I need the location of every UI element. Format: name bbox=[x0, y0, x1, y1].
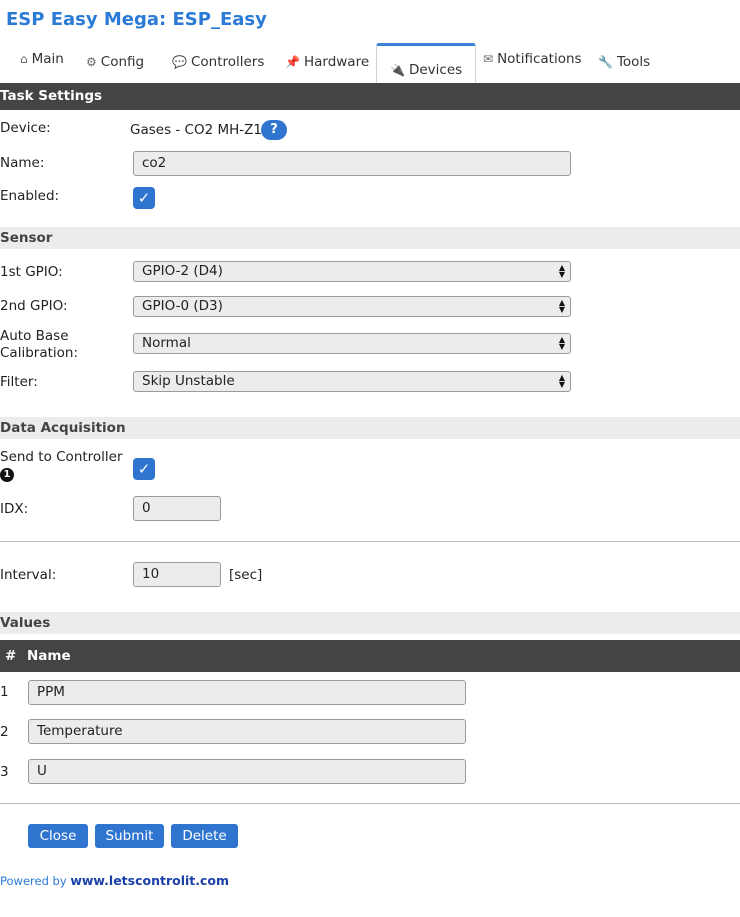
column-number-header: # bbox=[5, 648, 17, 664]
name-label: Name: bbox=[0, 155, 45, 171]
name-input[interactable]: co2 bbox=[133, 151, 571, 176]
tab-main[interactable]: ⌂ Main bbox=[20, 51, 64, 67]
select-arrows-icon: ▲ ▼ bbox=[558, 263, 565, 279]
checkmark-icon: ✓ bbox=[137, 189, 151, 207]
checkmark-icon: ✓ bbox=[137, 460, 151, 478]
gpio2-selected: GPIO-0 (D3) bbox=[142, 298, 223, 314]
tab-controllers[interactable]: 💬 Controllers bbox=[172, 54, 264, 70]
interval-unit: [sec] bbox=[229, 567, 263, 583]
row-number: 2 bbox=[0, 724, 9, 740]
tab-bar: ⌂ Main ⚙ Config 💬 Controllers 📌 Hardware… bbox=[0, 43, 740, 83]
value-name-input[interactable]: PPM bbox=[28, 680, 466, 705]
home-icon: ⌂ bbox=[20, 52, 28, 66]
footer-prefix: Powered by bbox=[0, 874, 67, 888]
abc-select[interactable]: Normal ▲ ▼ bbox=[133, 333, 571, 354]
divider bbox=[0, 803, 740, 804]
task-settings-header: Task Settings bbox=[0, 83, 740, 110]
values-header: Values bbox=[0, 612, 740, 634]
gpio1-label: 1st GPIO: bbox=[0, 264, 63, 280]
envelope-icon: ✉ bbox=[483, 52, 494, 66]
footer: Powered by www.letscontrolit.com bbox=[0, 873, 229, 888]
tab-tools[interactable]: 🔧 Tools bbox=[598, 54, 650, 70]
gear-icon: ⚙ bbox=[86, 55, 97, 69]
filter-label: Filter: bbox=[0, 374, 38, 390]
gpio1-selected: GPIO-2 (D4) bbox=[142, 263, 223, 279]
tab-notifications[interactable]: ✉ Notifications bbox=[483, 51, 582, 67]
gpio2-label: 2nd GPIO: bbox=[0, 298, 68, 314]
speech-bubble-icon: 💬 bbox=[172, 55, 187, 69]
tab-devices[interactable]: 🔌 Devices bbox=[376, 43, 477, 83]
app-title: ESP Easy Mega: ESP_Easy bbox=[6, 9, 267, 30]
row-number: 1 bbox=[0, 684, 9, 700]
values-table-header: # Name bbox=[0, 640, 740, 672]
select-arrows-icon: ▲ ▼ bbox=[558, 373, 565, 389]
idx-label: IDX: bbox=[0, 501, 29, 517]
interval-input[interactable]: 10 bbox=[133, 562, 221, 587]
idx-input[interactable]: 0 bbox=[133, 496, 221, 521]
data-acquisition-header: Data Acquisition bbox=[0, 417, 740, 439]
value-name-input[interactable]: U bbox=[28, 759, 466, 784]
gpio1-select[interactable]: GPIO-2 (D4) ▲ ▼ bbox=[133, 261, 571, 282]
interval-label: Interval: bbox=[0, 567, 57, 583]
select-arrows-icon: ▲ ▼ bbox=[558, 335, 565, 351]
delete-button[interactable]: Delete bbox=[171, 824, 238, 848]
value-name-input[interactable]: Temperature bbox=[28, 719, 466, 744]
select-arrows-icon: ▲ ▼ bbox=[558, 298, 565, 314]
enabled-label: Enabled: bbox=[0, 188, 60, 204]
wrench-icon: 🔧 bbox=[598, 55, 613, 69]
enabled-checkbox[interactable]: ✓ bbox=[133, 187, 155, 209]
abc-label: Auto Base Calibration: bbox=[0, 328, 79, 361]
help-button[interactable]: ? bbox=[261, 120, 287, 140]
device-label: Device: bbox=[0, 120, 51, 136]
footer-link[interactable]: www.letscontrolit.com bbox=[70, 873, 229, 888]
abc-selected: Normal bbox=[142, 335, 191, 351]
filter-selected: Skip Unstable bbox=[142, 373, 235, 389]
submit-button[interactable]: Submit bbox=[95, 824, 164, 848]
pushpin-icon: 📌 bbox=[285, 55, 300, 69]
close-button[interactable]: Close bbox=[28, 824, 88, 848]
plug-icon: 🔌 bbox=[390, 62, 405, 77]
tab-hardware[interactable]: 📌 Hardware bbox=[285, 54, 369, 70]
send-to-controller-label: Send to Controller bbox=[0, 449, 123, 465]
device-value: Gases - CO2 MH-Z19 bbox=[130, 122, 271, 138]
filter-select[interactable]: Skip Unstable ▲ ▼ bbox=[133, 371, 571, 392]
send-to-controller-checkbox[interactable]: ✓ bbox=[133, 458, 155, 480]
divider bbox=[0, 541, 740, 542]
sensor-header: Sensor bbox=[0, 227, 740, 249]
row-number: 3 bbox=[0, 764, 9, 780]
column-name-header: Name bbox=[27, 648, 71, 664]
tab-config[interactable]: ⚙ Config bbox=[86, 54, 144, 70]
gpio2-select[interactable]: GPIO-0 (D3) ▲ ▼ bbox=[133, 296, 571, 317]
controller-number-badge: 1 bbox=[0, 468, 14, 482]
